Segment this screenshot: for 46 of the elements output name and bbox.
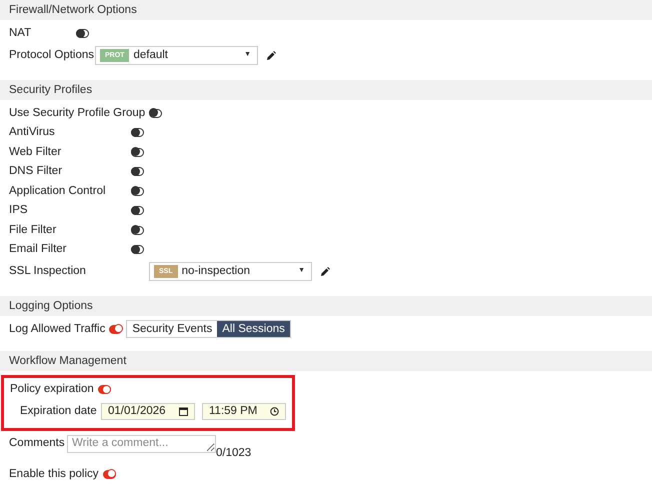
section-header: Workflow Management	[0, 351, 652, 371]
field-label: IPS	[9, 203, 29, 218]
toggle-switch[interactable]	[131, 148, 144, 157]
option-button[interactable]: Security Events	[127, 321, 218, 338]
section-header: Logging Options	[0, 296, 652, 316]
clock-icon	[270, 407, 279, 416]
selected-value: no-inspection	[182, 264, 250, 279]
field-label: AntiVirus	[9, 125, 56, 140]
field-label: Expiration date	[19, 404, 98, 419]
time-field[interactable]: 11:59 PM	[202, 403, 286, 420]
option-button[interactable]: All Sessions	[217, 321, 290, 338]
field-label: NAT	[9, 26, 32, 42]
date-value: 01/01/2026	[108, 404, 166, 419]
field-label: Protocol Options	[9, 48, 95, 63]
toggle-switch[interactable]	[131, 128, 144, 138]
toggle-switch[interactable]	[131, 226, 144, 235]
edit-icon[interactable]	[266, 50, 276, 60]
toggle-switch[interactable]	[131, 206, 144, 216]
toggle-switch[interactable]	[109, 324, 122, 334]
toggle-switch[interactable]	[76, 29, 89, 38]
field-label: DNS Filter	[9, 164, 64, 180]
field-label: Application Control	[9, 184, 107, 199]
toggle-switch[interactable]	[102, 470, 116, 479]
field-label: Policy expiration	[10, 382, 94, 398]
field-label: File Filter	[9, 222, 58, 238]
toggle-switch[interactable]	[131, 245, 144, 254]
section-header: Security Profiles	[0, 80, 652, 100]
field-label: Web Filter	[9, 144, 62, 160]
comment-field[interactable]: Write a comment...	[67, 434, 216, 452]
field-label: SSL Inspection	[9, 264, 87, 279]
edit-icon[interactable]	[320, 266, 330, 276]
toggle-switch[interactable]	[131, 167, 144, 176]
character-counter: 0/1023	[216, 446, 252, 460]
time-value: 11:59 PM	[209, 404, 258, 419]
field-label: Comments	[9, 436, 66, 450]
date-field[interactable]: 01/01/2026	[101, 403, 195, 420]
field-label: Log Allowed Traffic	[9, 322, 106, 337]
section-header: Firewall/Network Options	[0, 0, 652, 20]
calendar-icon	[179, 407, 188, 416]
field-label: Use Security Profile Group	[9, 106, 146, 121]
field-label: Email Filter	[9, 242, 68, 258]
toggle-switch[interactable]	[149, 108, 162, 118]
toggle-switch[interactable]	[98, 385, 111, 394]
selected-value: default	[133, 48, 168, 63]
toggle-switch[interactable]	[131, 186, 144, 196]
field-label: Enable this policy	[9, 466, 98, 482]
